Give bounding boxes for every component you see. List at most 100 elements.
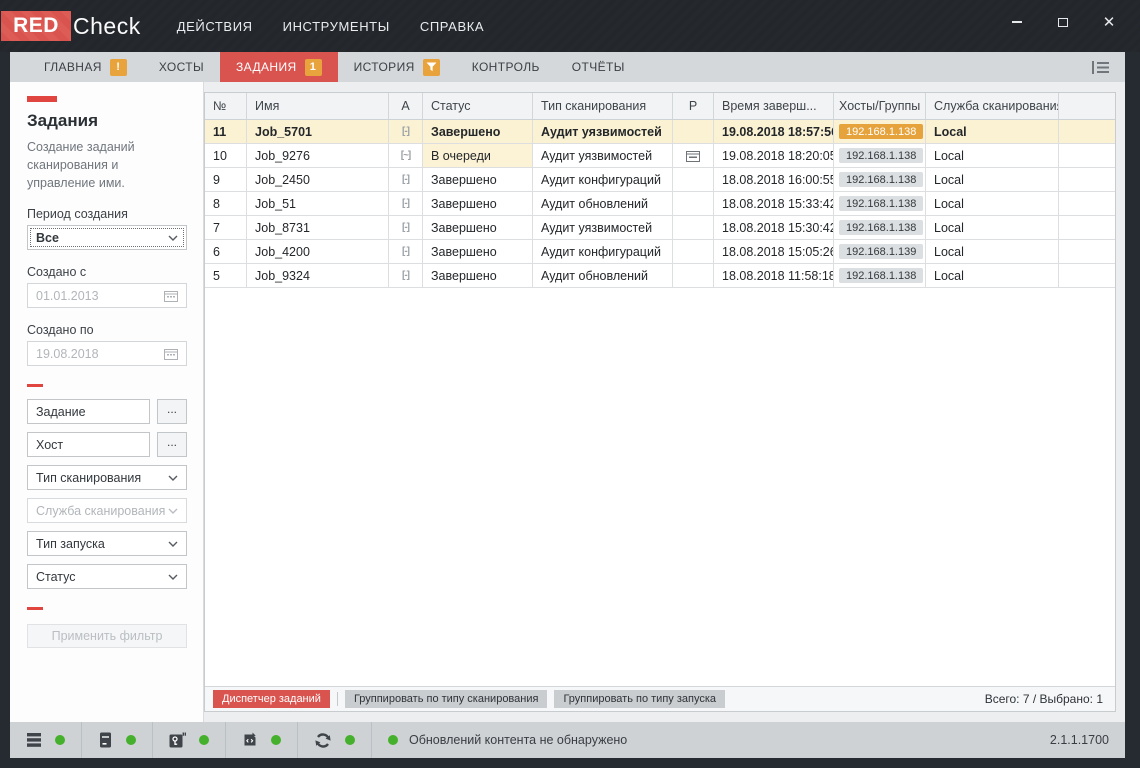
status-value: Статус (36, 569, 76, 584)
cell-scan-service: Local (926, 240, 1059, 263)
page-description: Создание заданий сканирования и управлен… (27, 140, 135, 190)
host-badge[interactable]: 192.168.1.139 (839, 244, 924, 259)
server-icon (100, 732, 111, 748)
task-dispatcher-button[interactable]: Диспетчер заданий (213, 690, 330, 708)
col-finish-time[interactable]: Время заверш... (714, 93, 834, 119)
scan-service-select[interactable]: Служба сканирования (27, 498, 187, 524)
agent-icon: [~] (400, 150, 411, 161)
alert-badge: ! (109, 58, 127, 76)
maximize-button[interactable] (1052, 11, 1074, 33)
calendar-icon[interactable] (164, 290, 178, 302)
cell-name: Job_9324 (247, 264, 389, 287)
tab-control[interactable]: КОНТРОЛЬ (456, 52, 556, 82)
toolbar-divider (336, 692, 338, 706)
accent-chip (27, 96, 57, 102)
launch-type-value: Тип запуска (36, 536, 105, 551)
cell-schedule (673, 240, 714, 263)
menu-actions[interactable]: ДЕЙСТВИЯ (177, 19, 253, 34)
minimize-button[interactable] (1006, 11, 1028, 33)
status-message-text: Обновлений контента не обнаружено (409, 733, 628, 747)
table-row[interactable]: 10 Job_9276 [~] В очереди Аудит уязвимос… (205, 144, 1115, 168)
window-controls: ✕ (1006, 11, 1140, 33)
calendar-icon[interactable] (164, 348, 178, 360)
host-badge[interactable]: 192.168.1.138 (839, 148, 924, 163)
tab-history[interactable]: ИСТОРИЯ (338, 52, 456, 82)
apply-filter-button[interactable]: Применить фильтр (27, 624, 187, 649)
col-agent[interactable]: А (389, 93, 423, 119)
host-filter-input[interactable] (27, 432, 150, 458)
created-from-label: Создано с (27, 265, 87, 280)
host-badge[interactable]: 192.168.1.138 (839, 268, 924, 283)
close-button[interactable]: ✕ (1098, 11, 1120, 33)
col-schedule[interactable]: Р (673, 93, 714, 119)
tab-label: КОНТРОЛЬ (471, 60, 540, 74)
table-footer-toolbar: Диспетчер заданий Группировать по типу с… (205, 686, 1115, 711)
tab-main[interactable]: ГЛАВНАЯ ! (28, 52, 143, 82)
host-browse-button[interactable]: ... (157, 432, 187, 458)
tab-tasks[interactable]: ЗАДАНИЯ 1 (220, 52, 338, 82)
col-filler (1059, 93, 1115, 119)
cell-agent: [-] (389, 192, 423, 215)
tab-hosts[interactable]: ХОСТЫ (143, 52, 220, 82)
group-by-launch-type-button[interactable]: Группировать по типу запуска (554, 690, 725, 708)
maximize-icon (1058, 17, 1068, 27)
status-ok-dot (388, 735, 398, 745)
license-key-status[interactable] (153, 722, 226, 758)
host-badge[interactable]: 192.168.1.138 (839, 220, 924, 235)
created-from-input[interactable]: 01.01.2013 (27, 283, 187, 309)
sync-status[interactable] (298, 722, 372, 758)
service-queue-status[interactable] (10, 722, 82, 758)
period-select[interactable]: Все (27, 225, 187, 251)
status-select[interactable]: Статус (27, 564, 187, 590)
titlebar: RED Check ДЕЙСТВИЯ ИНСТРУМЕНТЫ СПРАВКА ✕ (0, 0, 1140, 52)
app-logo: RED (1, 11, 71, 41)
chevron-down-icon (168, 541, 178, 547)
tab-label: ГЛАВНАЯ (44, 60, 102, 74)
host-badge[interactable]: 192.168.1.138 (839, 172, 924, 187)
col-name[interactable]: Имя (247, 93, 389, 119)
job-filter-input[interactable] (27, 399, 150, 425)
host-badge[interactable]: 192.168.1.138 (839, 196, 924, 211)
menu-help[interactable]: СПРАВКА (420, 19, 484, 34)
job-browse-button[interactable]: ... (157, 399, 187, 425)
server-status[interactable] (82, 722, 153, 758)
cell-filler (1059, 216, 1115, 239)
key-icon (169, 732, 186, 748)
table-row[interactable]: 9 Job_2450 [-] Завершено Аудит конфигура… (205, 168, 1115, 192)
content-doc-status[interactable] (226, 722, 298, 758)
col-scan-type[interactable]: Тип сканирования (533, 93, 673, 119)
launch-type-select[interactable]: Тип запуска (27, 531, 187, 557)
group-by-scan-type-button[interactable]: Группировать по типу сканирования (344, 690, 548, 708)
content-area: Задания Создание заданий сканирования и … (10, 82, 1125, 722)
app-version: 2.1.1.1700 (1049, 733, 1109, 747)
created-to-input[interactable]: 19.08.2018 (27, 341, 187, 367)
cell-finish-time: 18.08.2018 11:58:18 (714, 264, 834, 287)
cell-finish-time: 19.08.2018 18:57:56 (714, 120, 834, 143)
schedule-calendar-icon (686, 150, 700, 162)
host-badge[interactable]: 192.168.1.138 (839, 124, 924, 139)
cell-host: 192.168.1.138 (834, 144, 926, 167)
cell-scan-service: Local (926, 168, 1059, 191)
cell-filler (1059, 192, 1115, 215)
scan-type-select[interactable]: Тип сканирования (27, 465, 187, 491)
created-to-label: Создано по (27, 323, 94, 338)
menu-tools[interactable]: ИНСТРУМЕНТЫ (283, 19, 390, 34)
col-status[interactable]: Статус (423, 93, 533, 119)
period-label: Период создания (27, 207, 128, 222)
cell-host: 192.168.1.138 (834, 120, 926, 143)
cell-num: 9 (205, 168, 247, 191)
tab-label: ХОСТЫ (158, 60, 205, 74)
table-row[interactable]: 5 Job_9324 [-] Завершено Аудит обновлени… (205, 264, 1115, 288)
table-row[interactable]: 11 Job_5701 [-] Завершено Аудит уязвимос… (205, 120, 1115, 144)
col-scan-service[interactable]: Служба сканирования (926, 93, 1059, 119)
table-row[interactable]: 7 Job_8731 [-] Завершено Аудит уязвимост… (205, 216, 1115, 240)
cell-scan-type: Аудит конфигураций (533, 240, 673, 263)
tab-reports[interactable]: ОТЧЁТЫ (556, 52, 641, 82)
layout-toggle-button[interactable] (1092, 52, 1109, 82)
jobs-table-panel: № Имя А Статус Тип сканирования Р Время … (204, 92, 1116, 712)
col-num[interactable]: № (205, 93, 247, 119)
col-hosts[interactable]: Хосты/Группы (834, 93, 926, 119)
table-row[interactable]: 6 Job_4200 [-] Завершено Аудит конфигура… (205, 240, 1115, 264)
table-row[interactable]: 8 Job_51 [-] Завершено Аудит обновлений … (205, 192, 1115, 216)
cell-scan-type: Аудит уязвимостей (533, 120, 673, 143)
